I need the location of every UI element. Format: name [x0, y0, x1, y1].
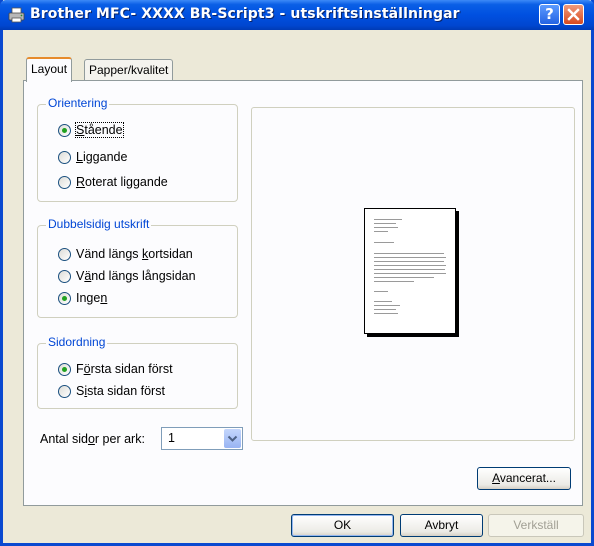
orientation-rotated-landscape-radio[interactable]: Roterat liggande	[58, 173, 168, 191]
help-button[interactable]: ?	[539, 4, 560, 25]
radio-label: Första sidan först	[76, 362, 173, 376]
duplex-none-radio[interactable]: Ingen	[58, 289, 107, 307]
advanced-button[interactable]: Avancerat...	[477, 467, 571, 490]
radio-label: Roterat liggande	[76, 175, 168, 189]
radio-icon	[58, 175, 71, 189]
pages-per-sheet-label: Antal sidor per ark:	[40, 432, 145, 446]
duplex-group-title: Dubbelsidig utskrift	[46, 217, 152, 231]
page-order-first-radio[interactable]: Första sidan först	[58, 360, 173, 378]
radio-label: Liggande	[76, 150, 128, 164]
page-order-group-title: Sidordning	[46, 335, 108, 349]
orientation-portrait-radio[interactable]: Stående	[58, 121, 124, 139]
cancel-button[interactable]: Avbryt	[400, 514, 483, 537]
radio-selected-icon	[58, 123, 71, 137]
radio-label: Stående	[75, 122, 124, 138]
pages-per-sheet-value: 1	[168, 431, 175, 445]
radio-selected-icon	[58, 291, 71, 305]
pages-per-sheet-select[interactable]: 1	[161, 427, 243, 450]
tab-layout[interactable]: Layout	[26, 57, 73, 82]
radio-icon	[58, 150, 71, 164]
radio-label: Ingen	[76, 291, 108, 305]
chevron-down-icon	[227, 435, 238, 442]
page-order-last-radio[interactable]: Sista sidan först	[58, 382, 165, 400]
printer-icon	[8, 7, 25, 23]
ok-button[interactable]: OK	[291, 514, 394, 537]
dropdown-button[interactable]	[224, 429, 241, 448]
radio-label: Sista sidan först	[76, 384, 165, 398]
print-settings-dialog: Brother MFC- XXXX BR-Script3 - utskrifts…	[0, 0, 594, 546]
radio-icon	[58, 247, 71, 261]
radio-selected-icon	[58, 362, 71, 376]
close-button[interactable]	[563, 4, 584, 25]
radio-icon	[58, 269, 71, 283]
radio-icon	[58, 384, 71, 398]
radio-label: Vänd längs långsidan	[76, 269, 196, 283]
duplex-long-edge-radio[interactable]: Vänd längs långsidan	[58, 267, 196, 285]
tab-paper-quality[interactable]: Papper/kvalitet	[84, 59, 174, 81]
radio-label: Vänd längs kortsidan	[76, 247, 193, 261]
page-preview-icon	[364, 208, 456, 334]
orientation-landscape-radio[interactable]: Liggande	[58, 148, 127, 166]
window-title: Brother MFC- XXXX BR-Script3 - utskrifts…	[30, 6, 460, 22]
layout-preview	[251, 107, 575, 441]
duplex-short-edge-radio[interactable]: Vänd längs kortsidan	[58, 245, 193, 263]
apply-button[interactable]: Verkställ	[488, 514, 584, 537]
title-bar[interactable]: Brother MFC- XXXX BR-Script3 - utskrifts…	[0, 0, 594, 30]
close-icon	[567, 8, 580, 21]
orientation-group-title: Orientering	[46, 96, 110, 110]
